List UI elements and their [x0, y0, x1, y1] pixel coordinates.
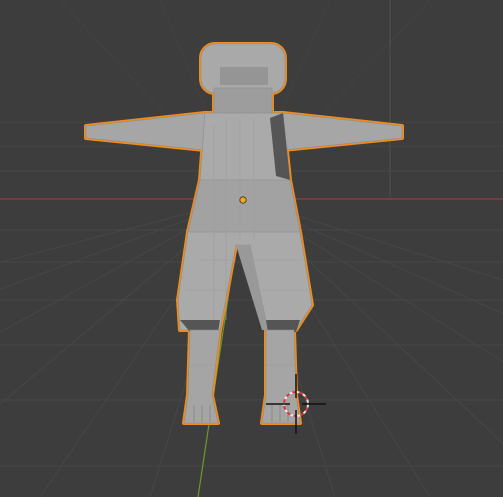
3d-viewport[interactable] — [0, 0, 503, 497]
viewport-canvas[interactable] — [0, 0, 503, 497]
mesh-right-leg — [261, 329, 301, 424]
object-origin-icon[interactable] — [239, 196, 247, 204]
